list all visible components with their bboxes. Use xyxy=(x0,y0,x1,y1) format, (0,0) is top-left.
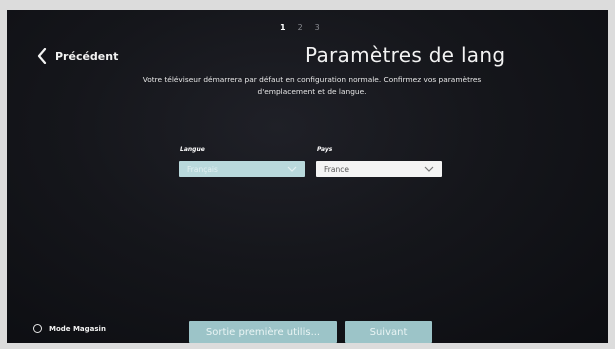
back-button-label: Précédent xyxy=(55,49,119,63)
store-mode-option[interactable]: Mode Magasin xyxy=(33,324,106,333)
radio-unchecked-icon[interactable] xyxy=(33,324,42,333)
tv-screen: 1 2 3 Précédent Paramètres de lang Votre… xyxy=(7,10,608,343)
chevron-down-icon xyxy=(424,166,434,172)
step-3: 3 xyxy=(314,23,320,32)
next-button[interactable]: Suivant xyxy=(345,321,432,343)
chevron-down-icon xyxy=(287,166,297,172)
language-label: Langue xyxy=(180,146,205,153)
exit-first-use-button[interactable]: Sortie première utilis... xyxy=(189,321,337,343)
country-select[interactable]: France xyxy=(316,161,442,177)
language-select[interactable]: Français xyxy=(179,161,305,177)
page-subtitle: Votre téléviseur démarrera par défaut en… xyxy=(142,75,482,96)
language-select-value: Français xyxy=(187,164,218,174)
step-1: 1 xyxy=(280,23,286,32)
page-title: Paramètres de lang xyxy=(305,43,506,67)
chevron-left-icon xyxy=(37,48,47,64)
store-mode-label: Mode Magasin xyxy=(49,324,106,333)
country-select-value: France xyxy=(324,164,349,174)
back-button[interactable]: Précédent xyxy=(37,48,118,64)
step-2: 2 xyxy=(297,23,303,32)
country-label: Pays xyxy=(317,146,333,153)
step-indicator: 1 2 3 xyxy=(280,23,340,32)
